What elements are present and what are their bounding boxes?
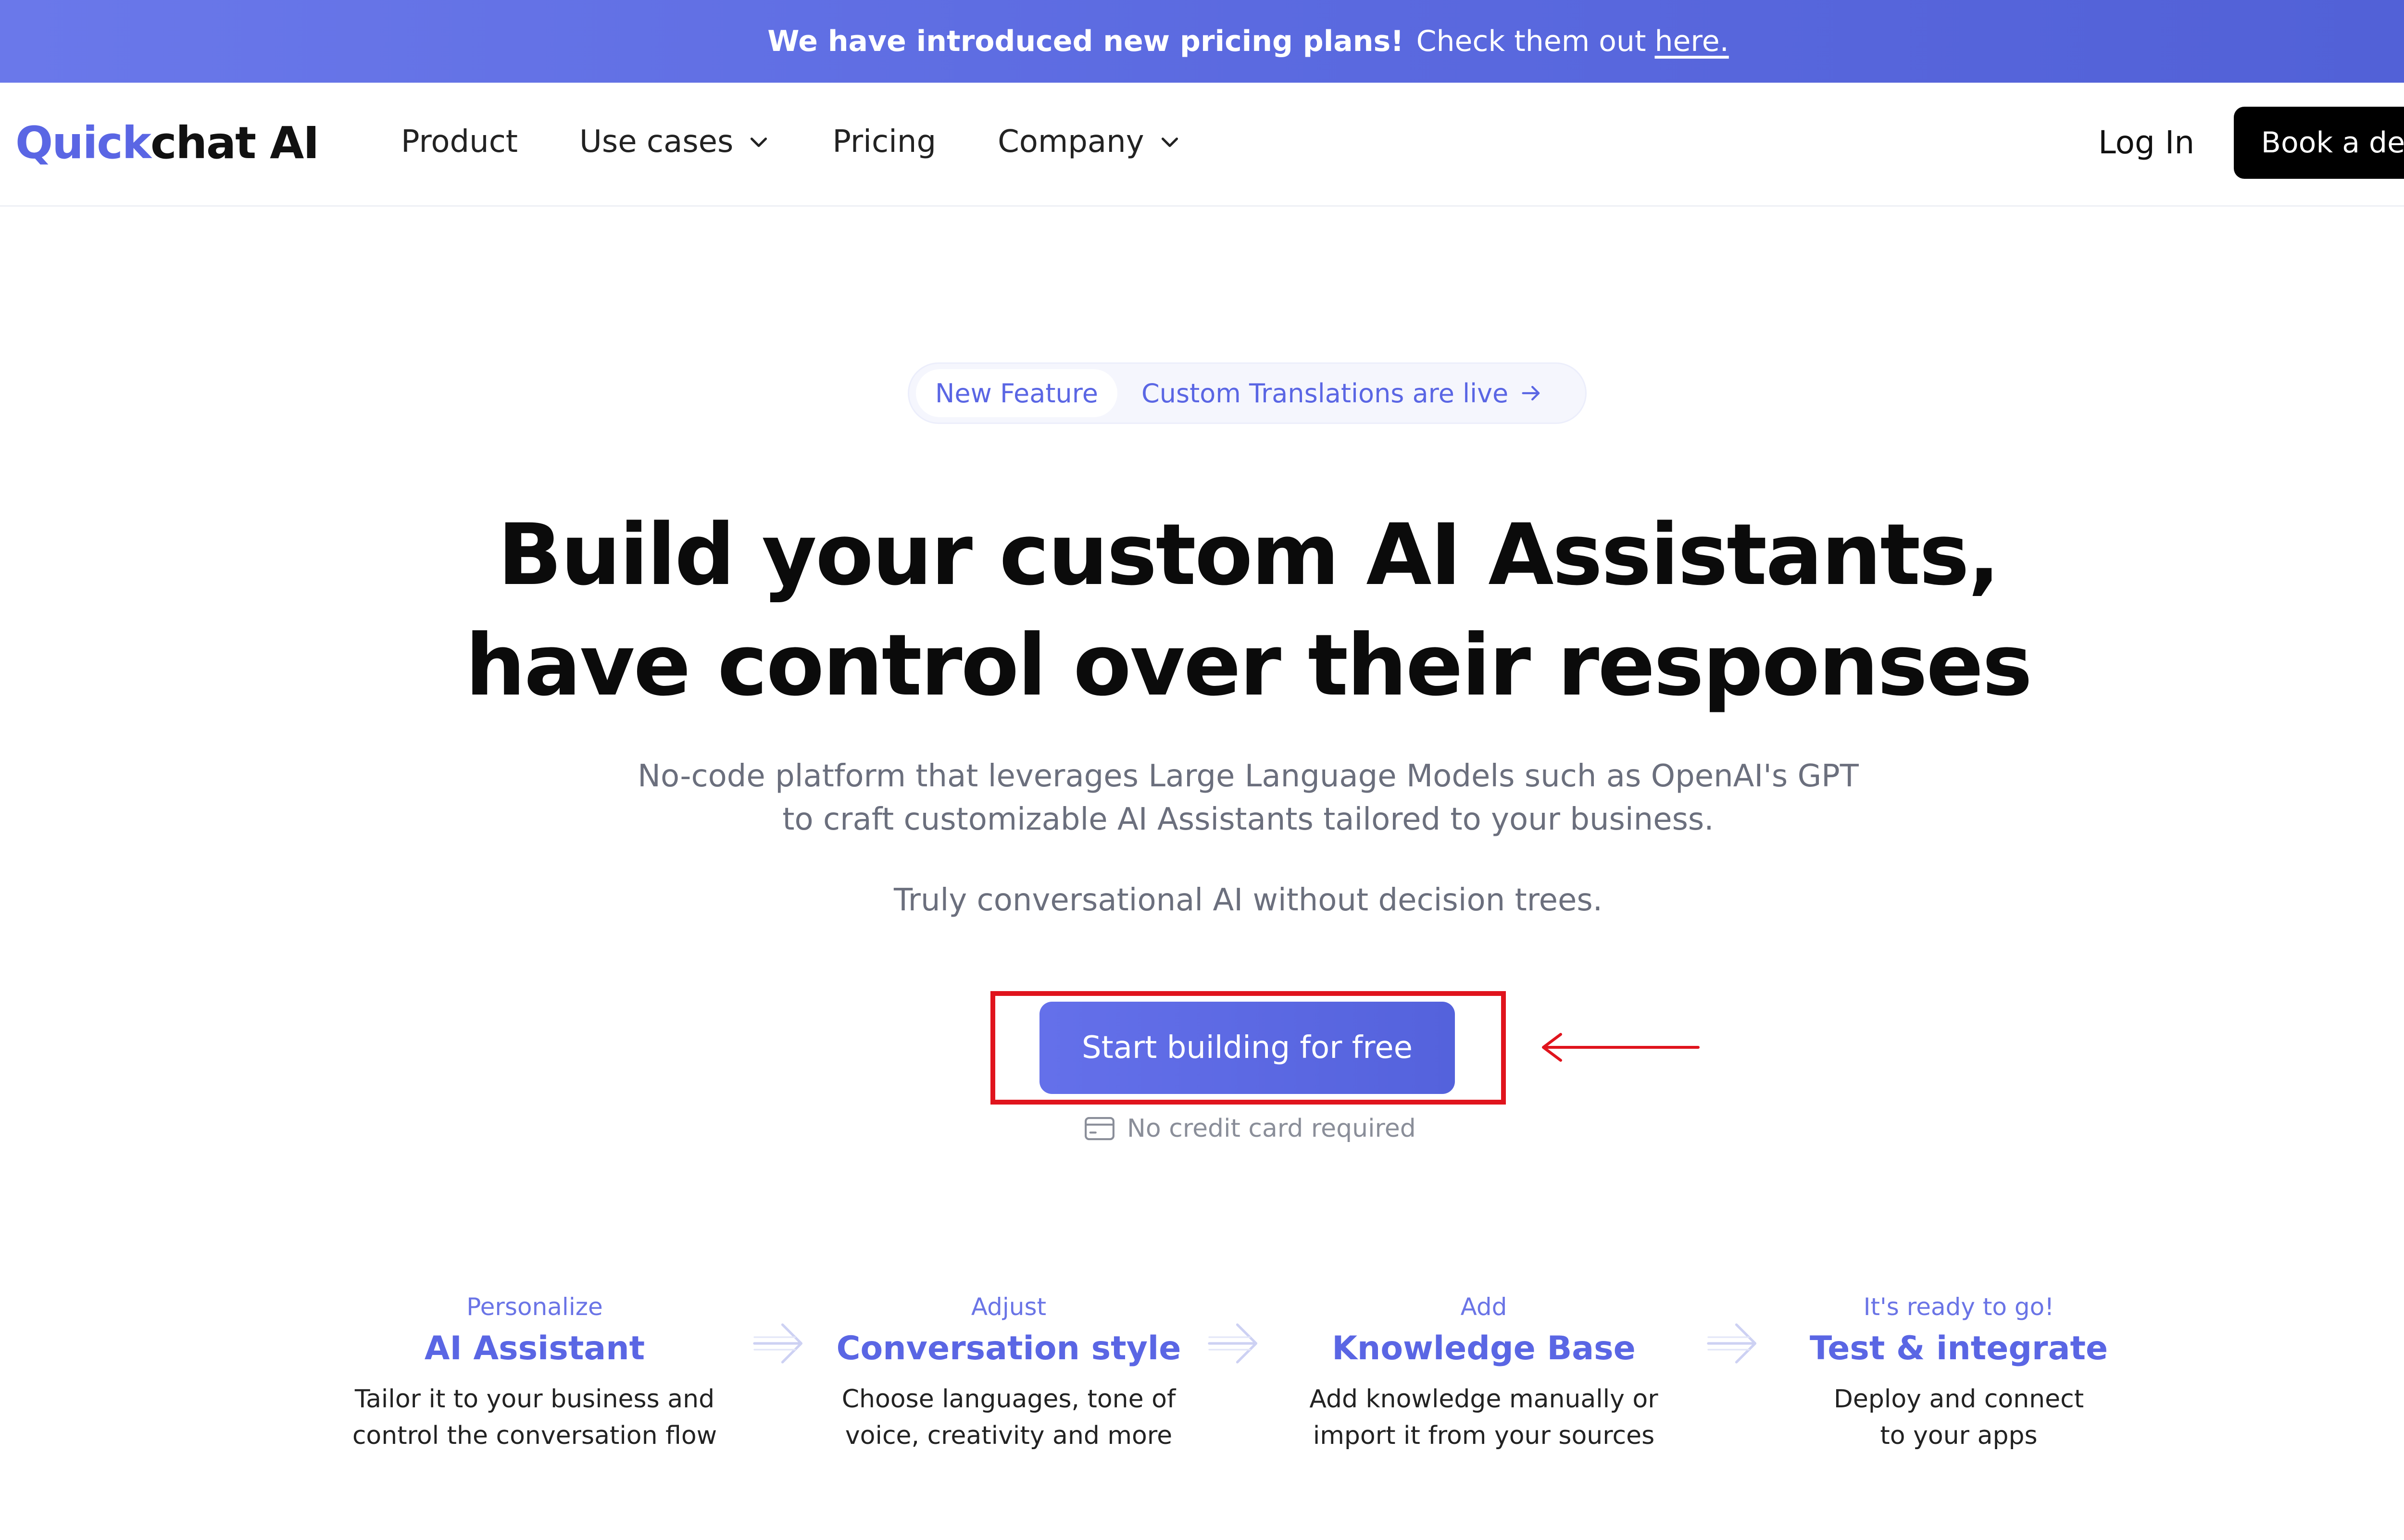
step-title: Knowledge Base <box>1332 1329 1636 1367</box>
login-link[interactable]: Log In <box>2098 124 2194 161</box>
step-conversation-style: Adjust Conversation style Choose languag… <box>802 1293 1215 1454</box>
logo[interactable]: Quickchat AI <box>15 117 320 169</box>
step-description-line: Choose languages, tone of <box>841 1385 1176 1414</box>
step-description: Tailor it to your business and control t… <box>328 1381 741 1454</box>
step-kicker: Adjust <box>971 1293 1047 1321</box>
nav-company[interactable]: Company <box>998 124 1181 160</box>
hero-subtitle-line-1: No-code platform that leverages Large La… <box>638 758 1859 794</box>
chevron-down-icon <box>1161 137 1178 147</box>
logo-quick: Quick <box>15 117 151 169</box>
chevron-down-icon <box>751 137 767 147</box>
banner-link[interactable]: here. <box>1654 25 1728 58</box>
step-test-integrate: It's ready to go! Test & integrate Deplo… <box>1752 1293 2166 1454</box>
step-description: Deploy and connect to your apps <box>1752 1381 2166 1454</box>
step-description-line: Deploy and connect <box>1833 1385 2084 1414</box>
start-building-button[interactable]: Start building for free <box>1039 1002 1455 1094</box>
step-title: Test & integrate <box>1809 1329 2108 1367</box>
hero-tagline: Truly conversational AI without decision… <box>893 882 1603 918</box>
new-feature-pill[interactable]: New Feature Custom Translations are live <box>908 362 1587 424</box>
new-feature-text-label: Custom Translations are live <box>1141 378 1509 409</box>
new-feature-text: Custom Translations are live <box>1141 378 1544 409</box>
top-nav: Quickchat AI Product Use cases Pricing C… <box>0 83 2404 207</box>
step-arrow-icon <box>1208 1323 1258 1364</box>
annotation-arrow-icon <box>1542 1033 1700 1062</box>
step-description-line: Add knowledge manually or <box>1309 1385 1658 1414</box>
no-credit-card-text: No credit card required <box>1127 1114 1416 1143</box>
nav-pricing-label: Pricing <box>832 124 937 160</box>
nav-product[interactable]: Product <box>401 124 518 160</box>
step-arrow-icon <box>753 1323 803 1364</box>
step-description: Choose languages, tone of voice, creativ… <box>802 1381 1215 1454</box>
step-ai-assistant: Personalize AI Assistant Tailor it to yo… <box>328 1293 741 1454</box>
nav-use-cases-label: Use cases <box>579 124 734 160</box>
hero-subtitle: No-code platform that leverages Large La… <box>0 755 2404 841</box>
step-knowledge-base: Add Knowledge Base Add knowledge manuall… <box>1277 1293 1690 1454</box>
new-feature-tag: New Feature <box>916 369 1118 417</box>
hero-title-line-2: have control over their responses <box>465 616 2033 715</box>
banner-headline: We have introduced new pricing plans! <box>767 25 1404 58</box>
credit-card-icon <box>1085 1117 1114 1141</box>
step-title: AI Assistant <box>424 1329 645 1367</box>
nav-pricing[interactable]: Pricing <box>832 124 936 160</box>
hero-subtitle-line-2: to craft customizable AI Assistants tail… <box>782 802 1714 837</box>
step-description-line: control the conversation flow <box>352 1421 717 1450</box>
banner-text: Check them out <box>1416 25 1646 58</box>
step-title: Conversation style <box>836 1329 1181 1367</box>
step-description: Add knowledge manually or import it from… <box>1277 1381 1690 1454</box>
hero-title: Build your custom AI Assistants, have co… <box>0 500 2404 721</box>
step-description-line: import it from your sources <box>1313 1421 1655 1450</box>
no-credit-card-note: No credit card required <box>1084 1114 1416 1143</box>
step-kicker: It's ready to go! <box>1863 1293 2054 1321</box>
step-description-line: Tailor it to your business and <box>354 1385 715 1414</box>
step-kicker: Personalize <box>466 1293 603 1321</box>
step-description-line: to your apps <box>1880 1421 2038 1450</box>
nav-company-label: Company <box>998 124 1144 160</box>
hero-title-line-1: Build your custom AI Assistants, <box>497 506 2000 604</box>
logo-chat-ai: chat AI <box>150 117 320 169</box>
nav-links: Product Use cases Pricing Company <box>401 124 1243 160</box>
nav-product-label: Product <box>401 124 518 160</box>
step-kicker: Add <box>1460 1293 1507 1321</box>
announcement-banner: We have introduced new pricing plans! Ch… <box>0 0 2404 83</box>
nav-use-cases[interactable]: Use cases <box>579 124 771 160</box>
step-description-line: voice, creativity and more <box>845 1421 1173 1450</box>
arrow-right-icon <box>1522 385 1540 401</box>
book-demo-button[interactable]: Book a demo <box>2234 107 2404 179</box>
